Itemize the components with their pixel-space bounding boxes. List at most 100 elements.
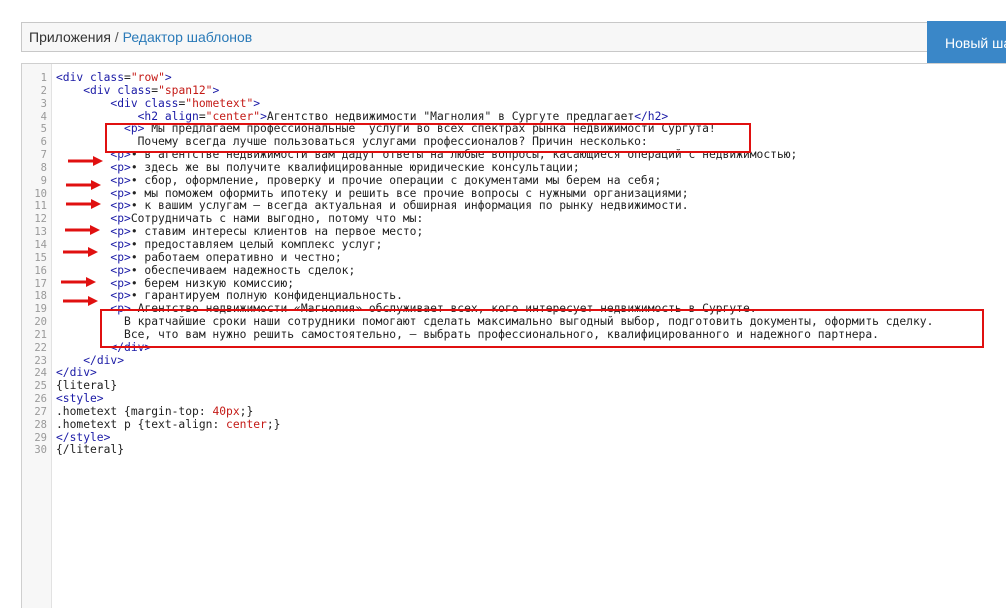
line-number: 11 — [34, 200, 47, 213]
arrow-icon — [66, 199, 101, 209]
code-token-text: • берем низкую комиссию; — [130, 276, 295, 290]
code-token-tag: > — [253, 96, 261, 110]
code-token-text: .hometext { — [56, 404, 131, 418]
code-line[interactable]: 29 </style> — [22, 430, 1002, 445]
line-number: 14 — [34, 238, 47, 251]
code-token-text: : — [198, 404, 213, 418]
breadcrumb-current[interactable]: Редактор шаблонов — [123, 29, 253, 45]
line-number: 13 — [34, 226, 47, 239]
code-token-val: "hometext" — [185, 96, 254, 110]
line-number: 23 — [34, 354, 47, 367]
highlight-box-intro — [105, 123, 751, 153]
code-token-attr: class — [117, 83, 152, 97]
breadcrumb-separator: / — [110, 29, 123, 45]
code-line[interactable]: 25 {literal} — [22, 379, 1002, 393]
line-number: 29 — [34, 431, 47, 444]
line-number: 18 — [34, 290, 47, 303]
line-number: 22 — [34, 341, 47, 354]
line-number: 10 — [34, 187, 47, 200]
line-number: 26 — [34, 393, 47, 406]
code-line[interactable]: 23 </div> — [22, 353, 1002, 368]
code-token-attr: class — [90, 71, 125, 84]
code-token-tag: <p> — [110, 289, 131, 303]
code-token-tag: <p> — [110, 212, 131, 226]
line-number: 27 — [34, 405, 47, 418]
code-token-text: Агентство недвижимости "Магнолия" в Сург… — [266, 109, 635, 123]
line-number: 2 — [40, 84, 47, 97]
line-number: 8 — [40, 161, 47, 174]
code-token-text: • сбор, оформление, проверку и прочие оп… — [130, 173, 662, 187]
code-line[interactable]: 30 {/literal} — [22, 444, 1002, 457]
code-token-tag: <p> — [110, 173, 131, 187]
line-number: 21 — [34, 328, 47, 341]
code-token-tag: <div — [56, 71, 84, 84]
code-token-tag: </style> — [56, 430, 111, 444]
code-token-text: = — [124, 71, 131, 84]
code-line[interactable]: 28 .hometext p {text-align: center;} — [22, 417, 1002, 432]
code-token-tag: </h2> — [634, 109, 669, 123]
line-number: 16 — [34, 264, 47, 277]
code-token-tag: <div — [83, 83, 111, 97]
code-token-tag: </div> — [56, 366, 97, 380]
breadcrumb-root[interactable]: Приложения — [29, 29, 111, 45]
code-token-tag: <p> — [110, 276, 131, 290]
code-token-text: • ставим интересы клиентов на первое мес… — [130, 225, 424, 239]
code-token-attr: align — [164, 109, 199, 123]
breadcrumb: Приложения / Редактор шаблонов — [21, 22, 928, 52]
code-token-text: • к вашим услугам – всегда актуальная и … — [130, 199, 689, 213]
code-token-tag: > — [164, 71, 172, 84]
line-number: 5 — [40, 123, 47, 136]
code-token-tag: <p> — [110, 237, 131, 251]
line-number: 4 — [40, 110, 47, 123]
code-token-num: center — [226, 417, 267, 431]
arrow-icon — [68, 156, 103, 166]
code-token-text: {literal} — [56, 379, 118, 393]
code-token-val: "row" — [130, 71, 165, 84]
code-token-text: = — [198, 109, 206, 123]
line-number: 3 — [40, 97, 47, 110]
code-token-tag: <p> — [110, 186, 131, 200]
code-token-tag: <p> — [110, 250, 131, 264]
code-token-tag: </div> — [83, 353, 125, 367]
line-number: 25 — [34, 380, 47, 393]
line-number: 12 — [34, 213, 47, 226]
code-line[interactable]: 24 </div> — [22, 366, 1002, 380]
code-token-text: • предоставляем целый комплекс услуг; — [130, 237, 383, 251]
code-text: {/literal} — [56, 444, 124, 457]
code-token-text: • гарантируем полную конфиденциальность. — [130, 289, 403, 303]
code-token-tag: <p> — [110, 263, 131, 277]
arrow-icon — [61, 277, 96, 287]
arrow-icon — [66, 180, 101, 190]
code-token-tag: <div — [110, 96, 138, 110]
code-token-val: "span12" — [158, 83, 213, 97]
code-editor[interactable]: 1 <div class="row"> 2 <div class="span12">… — [21, 63, 1006, 608]
code-token-tag: <p> — [110, 199, 131, 213]
code-token-tag: > — [260, 109, 267, 123]
line-number: 15 — [34, 251, 47, 264]
code-token-text: • здесь же вы получите квалифицированные… — [130, 160, 580, 174]
code-token-text: ;} — [239, 404, 254, 418]
line-number: 1 — [40, 72, 47, 84]
code-token-val: "center" — [205, 109, 261, 123]
new-template-button[interactable]: Новый шаблон — [927, 21, 1006, 65]
highlight-box-conclusion — [100, 309, 984, 348]
code-token-attr: class — [144, 96, 179, 110]
line-number: 20 — [34, 316, 47, 329]
code-token-tag: <p> — [110, 225, 131, 239]
line-number: 7 — [40, 149, 47, 162]
code-token-text: : — [212, 417, 227, 431]
arrow-icon — [63, 296, 98, 306]
line-number: 28 — [34, 418, 47, 431]
line-number: 17 — [34, 277, 47, 290]
code-token-tag: <style> — [56, 392, 104, 406]
line-number: 24 — [34, 367, 47, 380]
code-token-text: Сотрудничать с нами выгодно, потому что … — [130, 212, 424, 226]
code-token-text: • обеспечиваем надежность сделок; — [130, 263, 356, 277]
code-token-tag: <p> — [110, 160, 131, 174]
